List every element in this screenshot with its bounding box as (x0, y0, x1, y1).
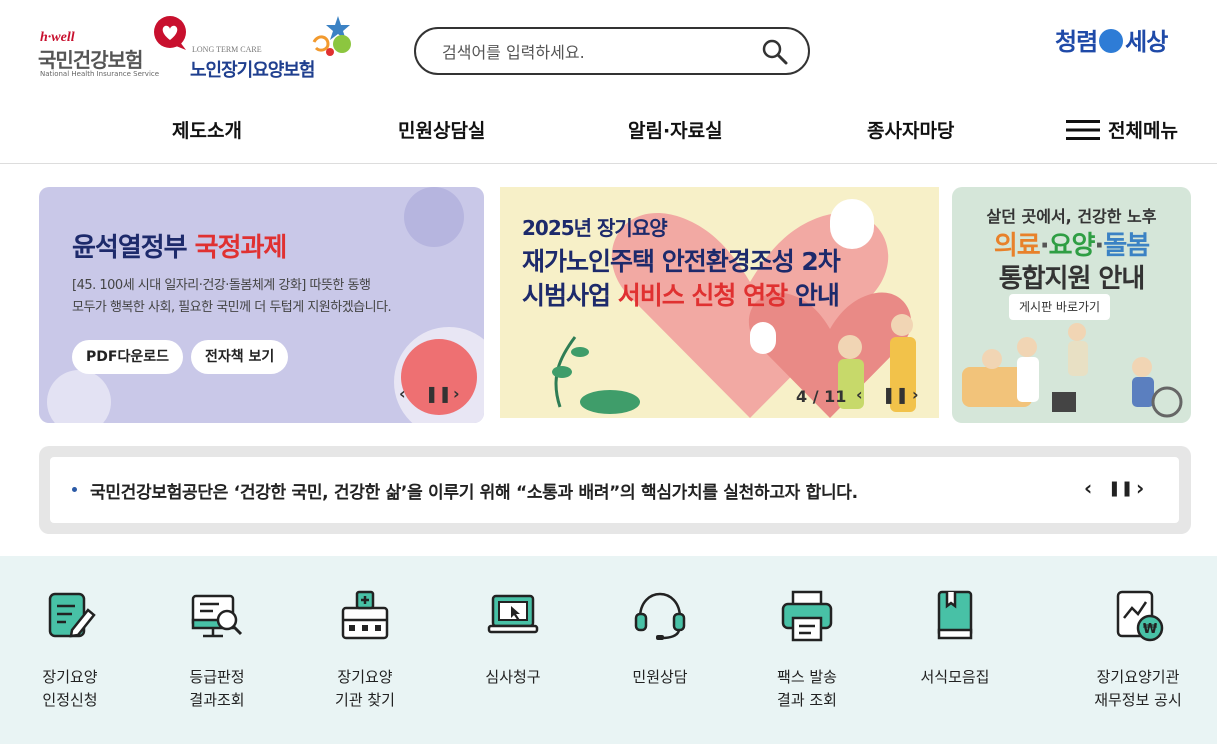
gov-banner-title-b: 국정과제 (194, 233, 288, 263)
financial-disclosure-icon: ₩ (1116, 590, 1164, 642)
quick-item-claim[interactable]: 심사청구 (443, 588, 583, 689)
main-pause-icon[interactable]: ❚❚ (882, 385, 909, 404)
prev-arrow-icon[interactable]: ‹ (399, 384, 406, 403)
pause-icon[interactable]: ❚❚ (425, 384, 452, 403)
pager-current: 4 (796, 387, 808, 406)
nav-item-civil-counsel[interactable]: 민원상담실 (398, 116, 485, 143)
quick-item-label: 심사청구 (485, 668, 541, 686)
main-banner-line1: 2025년 장기요양 (522, 216, 668, 240)
pager-sep: / (807, 387, 825, 406)
nav-item-worker-square[interactable]: 종사자마당 (867, 116, 954, 143)
search-box (414, 27, 810, 75)
laptop-claim-icon (487, 594, 539, 634)
quick-item-label: 팩스 발송 결과 조회 (777, 668, 837, 709)
integrity-campaign-logo[interactable]: 청렴 세상 (1055, 22, 1195, 62)
gov-banner-desc-1: [45. 100세 시대 일자리·건강·돌봄체계 강화] 따뜻한 동행 (72, 278, 371, 293)
care-banner-line1: 살던 곳에서, 건강한 노후 (986, 207, 1157, 226)
integrated-care-banner[interactable]: 살던 곳에서, 건강한 노후 의료·요양·돌봄 통합지원 안내 게시판 바로가기 (952, 187, 1191, 423)
campaign-right: 세상 (1125, 28, 1168, 56)
notice-text[interactable]: 국민건강보험공단은 ‘건강한 국민, 건강한 삶’을 이루기 위해 “소통과 배… (90, 478, 858, 503)
ltc-star-icon (312, 16, 351, 56)
form-book-icon (937, 590, 973, 640)
search-input[interactable] (442, 39, 752, 65)
notice-bullet (72, 487, 77, 492)
quick-item-apply[interactable]: 장기요양 인정신청 (0, 588, 140, 712)
gov-banner-title: 윤석열정부 국정과제 (72, 227, 288, 264)
notice-inner: 국민건강보험공단은 ‘건강한 국민, 건강한 삶’을 이루기 위해 “소통과 배… (50, 457, 1179, 523)
gov-banner-title-a: 윤석열정부 (72, 233, 195, 263)
fax-icon (781, 590, 833, 642)
notice-prev-icon[interactable]: ‹ (1084, 476, 1092, 500)
next-arrow-icon[interactable]: › (453, 384, 460, 403)
care-dot-2: · (1094, 231, 1104, 261)
quick-item-forms[interactable]: 서식모음집 (885, 588, 1025, 689)
banner-pager: 4 / 11 (796, 387, 846, 406)
quick-item-grade[interactable]: 등급판정 결과조회 (147, 588, 287, 712)
main-promo-banner[interactable]: 2025년 장기요양 재가노인주택 안전환경조성 2차 시범사업 서비스 신청 … (500, 187, 939, 418)
application-form-icon (48, 592, 96, 638)
main-navigation: 제도소개 민원상담실 알림·자료실 종사자마당 전체메뉴 (0, 100, 1217, 164)
ltc-logo[interactable]: LONG TERM CARE 노인장기요양보험 (190, 14, 355, 81)
gov-banner-desc: [45. 100세 시대 일자리·건강·돌봄체계 강화] 따뜻한 동행 모두가 … (72, 275, 482, 319)
nhis-logo-name: 국민건강보험 (38, 48, 143, 72)
gov-task-banner[interactable]: 윤석열정부 국정과제 [45. 100세 시대 일자리·건강·돌봄체계 강화] … (39, 187, 484, 423)
care-word-caring: 돌봄 (1103, 231, 1150, 261)
quick-item-find-facility[interactable]: 장기요양 기관 찾기 (295, 588, 435, 712)
campaign-left: 청렴 (1055, 28, 1098, 56)
main-banner-line3-b: 서비스 신청 연장 (617, 281, 788, 310)
quick-item-financial[interactable]: ₩ 장기요양기관 재무정보 공시 (1068, 588, 1208, 712)
nhis-logo-sub: National Health Insurance Service (40, 70, 160, 78)
main-banner-line3: 시범사업 서비스 신청 연장 안내 (522, 276, 840, 312)
pager-total: 11 (824, 387, 847, 406)
care-banner-line3: 통합지원 안내 (998, 264, 1146, 294)
quick-item-label: 민원상담 (632, 668, 688, 686)
nav-item-notice-archive[interactable]: 알림·자료실 (628, 116, 723, 143)
ebook-view-button[interactable]: 전자책 보기 (191, 340, 289, 374)
quick-item-counsel[interactable]: 민원상담 (590, 588, 730, 689)
value-notice-bar: 국민건강보험공단은 ‘건강한 국민, 건강한 삶’을 이루기 위해 “소통과 배… (39, 446, 1191, 534)
main-banner-line3-c: 안내 (787, 281, 840, 310)
main-prev-arrow-icon[interactable]: ‹ (856, 385, 863, 404)
ltc-logo-en: LONG TERM CARE (192, 45, 262, 54)
all-menu-label: 전체메뉴 (1108, 120, 1178, 142)
site-header: h·well 국민건강보험 National Health Insurance … (0, 0, 1217, 100)
care-word-medical: 의료 (993, 231, 1041, 261)
care-banner-line2: 의료·요양·돌봄 (952, 225, 1191, 262)
quick-menu: 장기요양 인정신청 등급판정 결과조회 장기요양 기관 찾기 심사청구 민원상담… (0, 556, 1217, 744)
notice-pause-icon[interactable]: ❚❚ (1108, 479, 1133, 497)
pdf-download-button[interactable]: PDF다운로드 (72, 340, 183, 374)
quick-item-label: 장기요양 인정신청 (42, 668, 98, 709)
nhis-logo[interactable]: h·well 국민건강보험 National Health Insurance … (38, 16, 190, 80)
campaign-center-badge (1099, 29, 1124, 53)
nav-item-system-intro[interactable]: 제도소개 (172, 116, 242, 143)
hamburger-icon (1066, 119, 1100, 140)
svg-text:₩: ₩ (1143, 622, 1158, 637)
main-banner-line2: 재가노인주택 안전환경조성 2차 (522, 247, 841, 276)
grade-result-search-icon (191, 594, 243, 638)
headset-icon (634, 592, 686, 640)
care-facility-icon (341, 590, 389, 640)
quick-item-label: 장기요양 기관 찾기 (335, 668, 395, 709)
notice-next-icon[interactable]: › (1136, 476, 1144, 500)
board-shortcut-button[interactable]: 게시판 바로가기 (1009, 294, 1111, 320)
gov-banner-desc-2: 모두가 행복한 사회, 필요한 국민께 더 두텁게 지원하겠습니다. (72, 300, 392, 315)
quick-item-label: 장기요양기관 재무정보 공시 (1094, 668, 1182, 709)
ltc-logo-ko: 노인장기요양보험 (190, 60, 315, 81)
search-icon[interactable] (760, 37, 790, 67)
care-dot-1: · (1039, 231, 1050, 261)
quick-item-label: 등급판정 결과조회 (189, 668, 245, 709)
nhis-heart-icon (154, 16, 186, 50)
main-next-arrow-icon[interactable]: › (912, 385, 919, 404)
quick-item-label: 서식모음집 (920, 668, 990, 686)
main-banner-line3-a: 시범사업 (522, 281, 618, 310)
all-menu-button[interactable]: 전체메뉴 (1066, 116, 1178, 143)
quick-item-fax[interactable]: 팩스 발송 결과 조회 (737, 588, 877, 712)
care-word-nursing: 요양 (1048, 231, 1096, 261)
